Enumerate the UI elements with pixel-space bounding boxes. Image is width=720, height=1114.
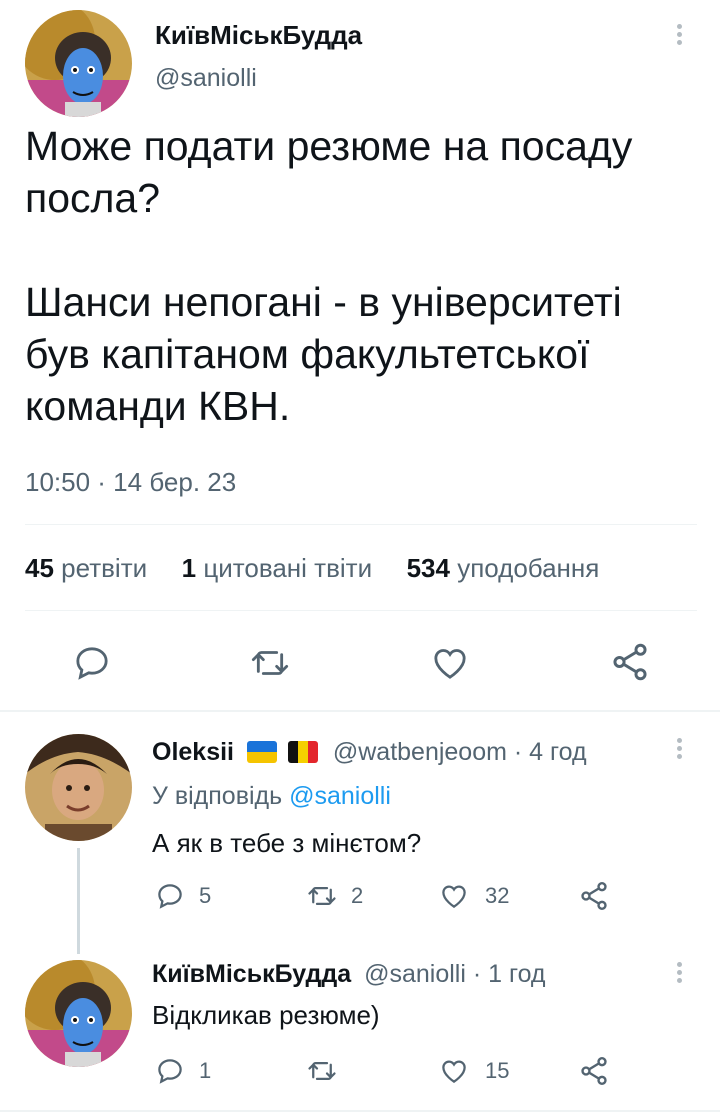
tweet-text-line: команди КВН. bbox=[25, 383, 291, 429]
reply-count: 5 bbox=[199, 883, 212, 908]
tweet-text-line: посла? bbox=[25, 175, 161, 221]
display-name[interactable]: КиївМіськБудда bbox=[152, 960, 351, 988]
avatar[interactable] bbox=[25, 960, 132, 1067]
reply-icon[interactable] bbox=[72, 643, 112, 683]
reply-icon bbox=[155, 881, 185, 911]
display-name[interactable]: КиївМіськБудда bbox=[155, 20, 362, 51]
handle[interactable]: @saniolli bbox=[155, 64, 257, 93]
like-action[interactable]: 32 bbox=[437, 880, 509, 912]
reply-action[interactable]: 1 bbox=[155, 1055, 211, 1087]
like-icon bbox=[437, 1056, 471, 1086]
retweet-count: 2 bbox=[351, 883, 364, 908]
retweet-icon bbox=[305, 1056, 339, 1086]
tweet-text-line: Може подати резюме на посаду bbox=[25, 123, 633, 169]
more-icon[interactable] bbox=[677, 738, 683, 762]
tweet-text-line: Шанси непогані - в університеті bbox=[25, 279, 622, 325]
like-count: 32 bbox=[485, 883, 510, 908]
handle[interactable]: @watbenjeoom bbox=[333, 738, 507, 766]
reply-text: А як в тебе з мінєтом? bbox=[152, 828, 422, 858]
divider bbox=[25, 610, 697, 611]
avatar[interactable] bbox=[25, 10, 132, 117]
retweet-icon bbox=[305, 881, 339, 911]
reply-context: У відповідь @saniolli bbox=[152, 782, 391, 810]
reply-count: 1 bbox=[199, 1058, 212, 1083]
handle[interactable]: @saniolli bbox=[364, 960, 466, 988]
bottom-divider bbox=[0, 1110, 720, 1112]
retweets-stat[interactable]: 45 ретвіти bbox=[25, 553, 154, 583]
section-divider bbox=[0, 710, 720, 712]
reply-icon bbox=[155, 1056, 185, 1086]
reply-text: Відкликав резюме) bbox=[152, 1000, 380, 1030]
thread-line bbox=[77, 848, 80, 954]
mention-link[interactable]: @saniolli bbox=[289, 782, 391, 810]
display-name[interactable]: Oleksii bbox=[152, 738, 234, 766]
reply-time[interactable]: · 4 год bbox=[514, 738, 587, 766]
like-icon bbox=[437, 881, 471, 911]
like-icon[interactable] bbox=[429, 643, 471, 683]
retweet-icon[interactable] bbox=[249, 643, 291, 683]
flag-belgium-icon bbox=[287, 741, 318, 763]
tweet-text-line: був капітаном факультетської bbox=[25, 331, 590, 377]
reply-time[interactable]: · 1 год bbox=[473, 960, 546, 988]
divider bbox=[25, 524, 697, 525]
tweet-stats: 45 ретвіти 1 цитовані твіти 534 уподобан… bbox=[25, 553, 599, 584]
likes-stat[interactable]: 534 уподобання bbox=[407, 553, 600, 583]
quotes-stat[interactable]: 1 цитовані твіти bbox=[182, 553, 380, 583]
retweet-action[interactable] bbox=[305, 1055, 351, 1087]
share-icon[interactable] bbox=[578, 1055, 610, 1087]
share-icon[interactable] bbox=[609, 641, 651, 683]
reply-header: КиївМіськБудда @saniolli · 1 год bbox=[152, 960, 546, 989]
reply-header: Oleksii @watbenjeoom · 4 год bbox=[152, 738, 587, 767]
avatar[interactable] bbox=[25, 734, 132, 841]
flag-ukraine-icon bbox=[246, 741, 277, 763]
timestamp[interactable]: 10:50 · 14 бер. 23 bbox=[25, 467, 236, 498]
more-icon[interactable] bbox=[677, 24, 683, 48]
reply-action[interactable]: 5 bbox=[155, 880, 211, 912]
tweet-text: Може подати резюме на посаду посла? Шанс… bbox=[25, 120, 632, 432]
like-count: 15 bbox=[485, 1058, 510, 1083]
share-icon[interactable] bbox=[578, 880, 610, 912]
like-action[interactable]: 15 bbox=[437, 1055, 509, 1087]
retweet-action[interactable]: 2 bbox=[305, 880, 363, 912]
more-icon[interactable] bbox=[677, 962, 683, 986]
